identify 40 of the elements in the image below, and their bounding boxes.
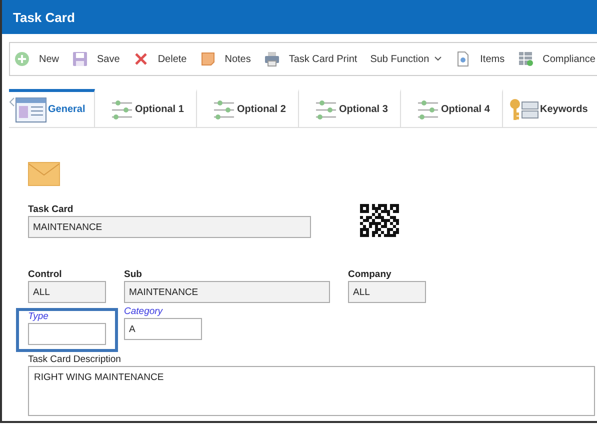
toolbar-button[interactable]: Sub Function <box>370 54 442 64</box>
sliders-icon <box>110 100 134 120</box>
toolbar-button[interactable]: Notes <box>200 51 251 67</box>
field-label: Task Card Description <box>28 354 121 366</box>
toolbar-button[interactable]: Delete <box>132 51 187 67</box>
sliders-icon <box>314 100 338 120</box>
field-label: Task Card <box>28 204 74 216</box>
field-label: Sub <box>124 269 142 281</box>
input-field[interactable]: A <box>124 318 202 340</box>
sliders-icon <box>416 100 440 120</box>
toolbar-button[interactable]: Save <box>72 51 120 67</box>
input-field[interactable]: ALL <box>348 281 426 303</box>
chevron-left-icon <box>9 97 15 107</box>
field-label: Company <box>348 269 392 281</box>
envelope-icon <box>28 162 60 186</box>
document-icon <box>455 51 472 67</box>
toolbar-button[interactable]: Task Card Print <box>264 51 358 67</box>
toolbar-button[interactable]: Compliance <box>518 51 596 67</box>
delete-icon <box>132 51 149 67</box>
toolbar-button[interactable]: Items <box>455 51 505 67</box>
field-label: Category <box>124 306 163 318</box>
window-title: Task Card <box>2 0 597 34</box>
tab[interactable]: General <box>9 89 95 127</box>
chevron-down-icon <box>434 56 442 62</box>
table-icon <box>518 51 534 67</box>
toolbar-button[interactable]: New <box>14 51 60 67</box>
field-label: Type <box>28 311 48 323</box>
save-icon <box>72 51 88 67</box>
input-field[interactable]: MAINTENANCE <box>124 281 330 303</box>
printer-icon <box>264 51 280 67</box>
sliders-icon <box>212 100 236 120</box>
key-icon <box>509 98 539 122</box>
form-icon <box>15 96 47 122</box>
text-area[interactable]: RIGHT WING MAINTENANCE <box>28 366 595 416</box>
input-field[interactable]: MAINTENANCE <box>28 216 311 238</box>
input-field[interactable] <box>28 323 106 345</box>
plus-icon <box>14 51 30 67</box>
note-icon <box>200 51 216 67</box>
field-label: Control <box>28 269 62 281</box>
input-field[interactable]: ALL <box>28 281 106 303</box>
